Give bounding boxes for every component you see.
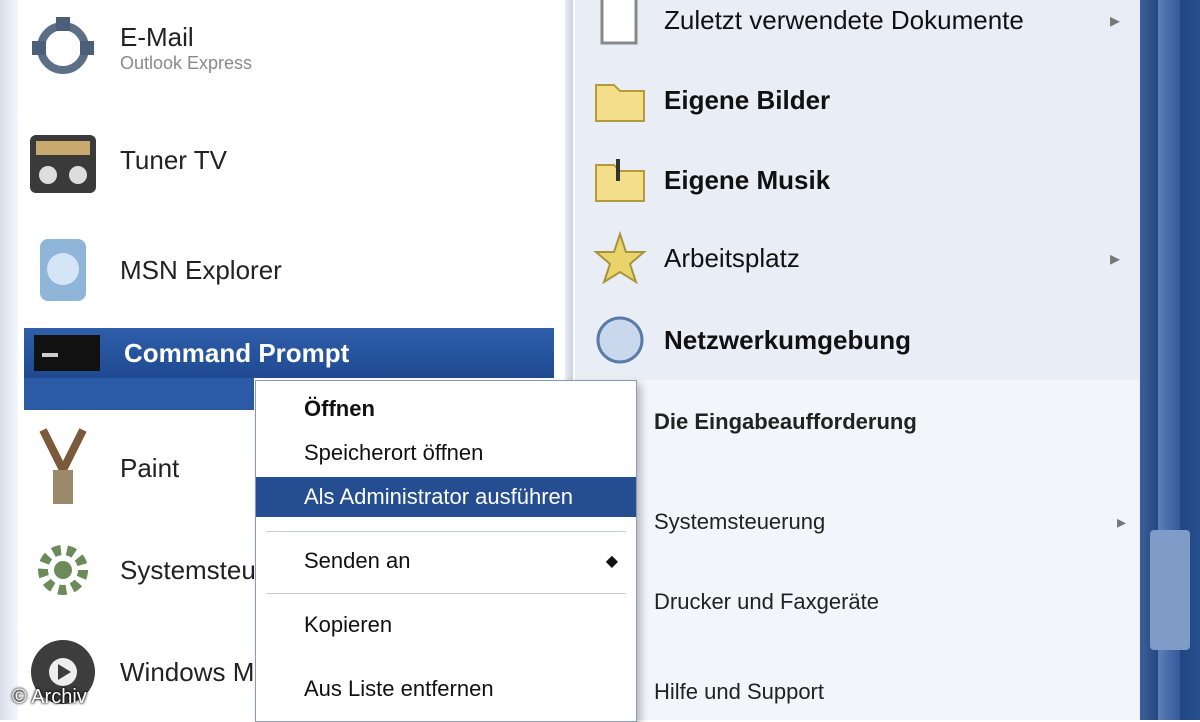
ctx-item-label: Speicherort öffnen bbox=[304, 440, 484, 465]
right-item-label: Eigene Musik bbox=[664, 164, 831, 195]
copyright-watermark: © Archiv bbox=[12, 686, 87, 708]
menu-separator bbox=[266, 531, 626, 532]
menu-item-label: MSN Explorer bbox=[120, 254, 282, 285]
submenu-item-eingabeaufforderung[interactable]: Die Eingabeaufforderung bbox=[654, 400, 1134, 444]
submenu-item-label: Hilfe und Support bbox=[654, 679, 824, 704]
chevron-right-icon: ▸ bbox=[1109, 247, 1120, 270]
ctx-item-copy[interactable]: Kopieren bbox=[256, 605, 636, 645]
submenu-item-hilfe[interactable]: Hilfe und Support bbox=[654, 670, 1134, 714]
ctx-item-open-location[interactable]: Speicherort öffnen bbox=[256, 433, 636, 473]
scrollbar-thumb[interactable] bbox=[1150, 530, 1190, 650]
context-menu: Öffnen Speicherort öffnen Als Administra… bbox=[255, 380, 637, 722]
tv-tuner-icon bbox=[20, 117, 106, 203]
chevron-right-icon: ▸ bbox=[1116, 511, 1126, 532]
ctx-item-label: Als Administrator ausführen bbox=[304, 484, 574, 509]
menu-item-label: E-Mail bbox=[120, 22, 194, 52]
right-item-computer[interactable]: Arbeitsplatz ▸ bbox=[590, 218, 1130, 298]
menu-separator bbox=[266, 593, 626, 594]
right-item-label: Arbeitsplatz bbox=[664, 242, 800, 273]
menu-item-sublabel: Outlook Express bbox=[120, 53, 253, 73]
paint-icon bbox=[20, 425, 106, 511]
submenu-item-systemsteuerung[interactable]: Systemsteuerung ▸ bbox=[654, 500, 1134, 544]
network-globe-icon bbox=[590, 310, 650, 370]
command-prompt-icon bbox=[24, 328, 110, 378]
folder-pictures-icon bbox=[590, 70, 650, 130]
menu-item-label: Tuner TV bbox=[120, 144, 227, 175]
right-item-network[interactable]: Netzwerkumgebung bbox=[590, 300, 1130, 380]
chevron-right-icon: ◆ bbox=[605, 553, 618, 570]
menu-item-msn[interactable]: MSN Explorer bbox=[20, 222, 550, 318]
right-item-music[interactable]: Eigene Musik bbox=[590, 140, 1130, 220]
right-item-label: Eigene Bilder bbox=[664, 84, 831, 115]
window-frame bbox=[1140, 0, 1200, 720]
right-item-recent-docs[interactable]: Zuletzt verwendete Dokumente ▸ bbox=[590, 0, 1130, 60]
right-item-pictures[interactable]: Eigene Bilder bbox=[590, 60, 1130, 140]
chevron-right-icon: ▸ bbox=[1109, 9, 1120, 32]
ctx-item-run-as-admin[interactable]: Als Administrator ausführen bbox=[256, 477, 636, 517]
submenu-item-drucker[interactable]: Drucker und Faxgeräte bbox=[654, 580, 1134, 624]
left-edge bbox=[0, 0, 18, 720]
email-icon bbox=[20, 5, 106, 91]
ctx-item-label: Öffnen bbox=[304, 396, 375, 421]
menu-item-command-prompt[interactable]: Command Prompt bbox=[24, 328, 554, 378]
selection-highlight bbox=[24, 378, 254, 410]
ctx-item-label: Senden an bbox=[304, 548, 411, 573]
ctx-item-send-to[interactable]: Senden an ◆ bbox=[256, 541, 636, 581]
gear-icon bbox=[20, 527, 106, 613]
star-folder-icon bbox=[590, 228, 650, 288]
document-icon bbox=[590, 0, 650, 50]
submenu-item-label: Systemsteuerung bbox=[654, 509, 826, 534]
menu-item-email[interactable]: E-Mail Outlook Express bbox=[20, 0, 550, 96]
ctx-item-label: Kopieren bbox=[304, 612, 393, 637]
right-item-label: Zuletzt verwendete Dokumente bbox=[664, 4, 1024, 35]
menu-item-label: Command Prompt bbox=[124, 337, 350, 368]
folder-music-icon bbox=[590, 150, 650, 210]
ctx-item-label: Aus Liste entfernen bbox=[304, 676, 494, 701]
ctx-item-remove[interactable]: Aus Liste entfernen bbox=[256, 669, 636, 709]
submenu-item-label: Drucker und Faxgeräte bbox=[654, 589, 879, 614]
ctx-item-open[interactable]: Öffnen bbox=[256, 389, 636, 429]
menu-item-label: Paint bbox=[120, 452, 180, 483]
right-item-label: Netzwerkumgebung bbox=[664, 324, 912, 355]
globe-icon bbox=[20, 227, 106, 313]
submenu-panel: Die Eingabeaufforderung Systemsteuerung … bbox=[632, 380, 1139, 720]
menu-item-tuner-tv[interactable]: Tuner TV bbox=[20, 112, 550, 208]
submenu-item-label: Die Eingabeaufforderung bbox=[654, 409, 917, 434]
